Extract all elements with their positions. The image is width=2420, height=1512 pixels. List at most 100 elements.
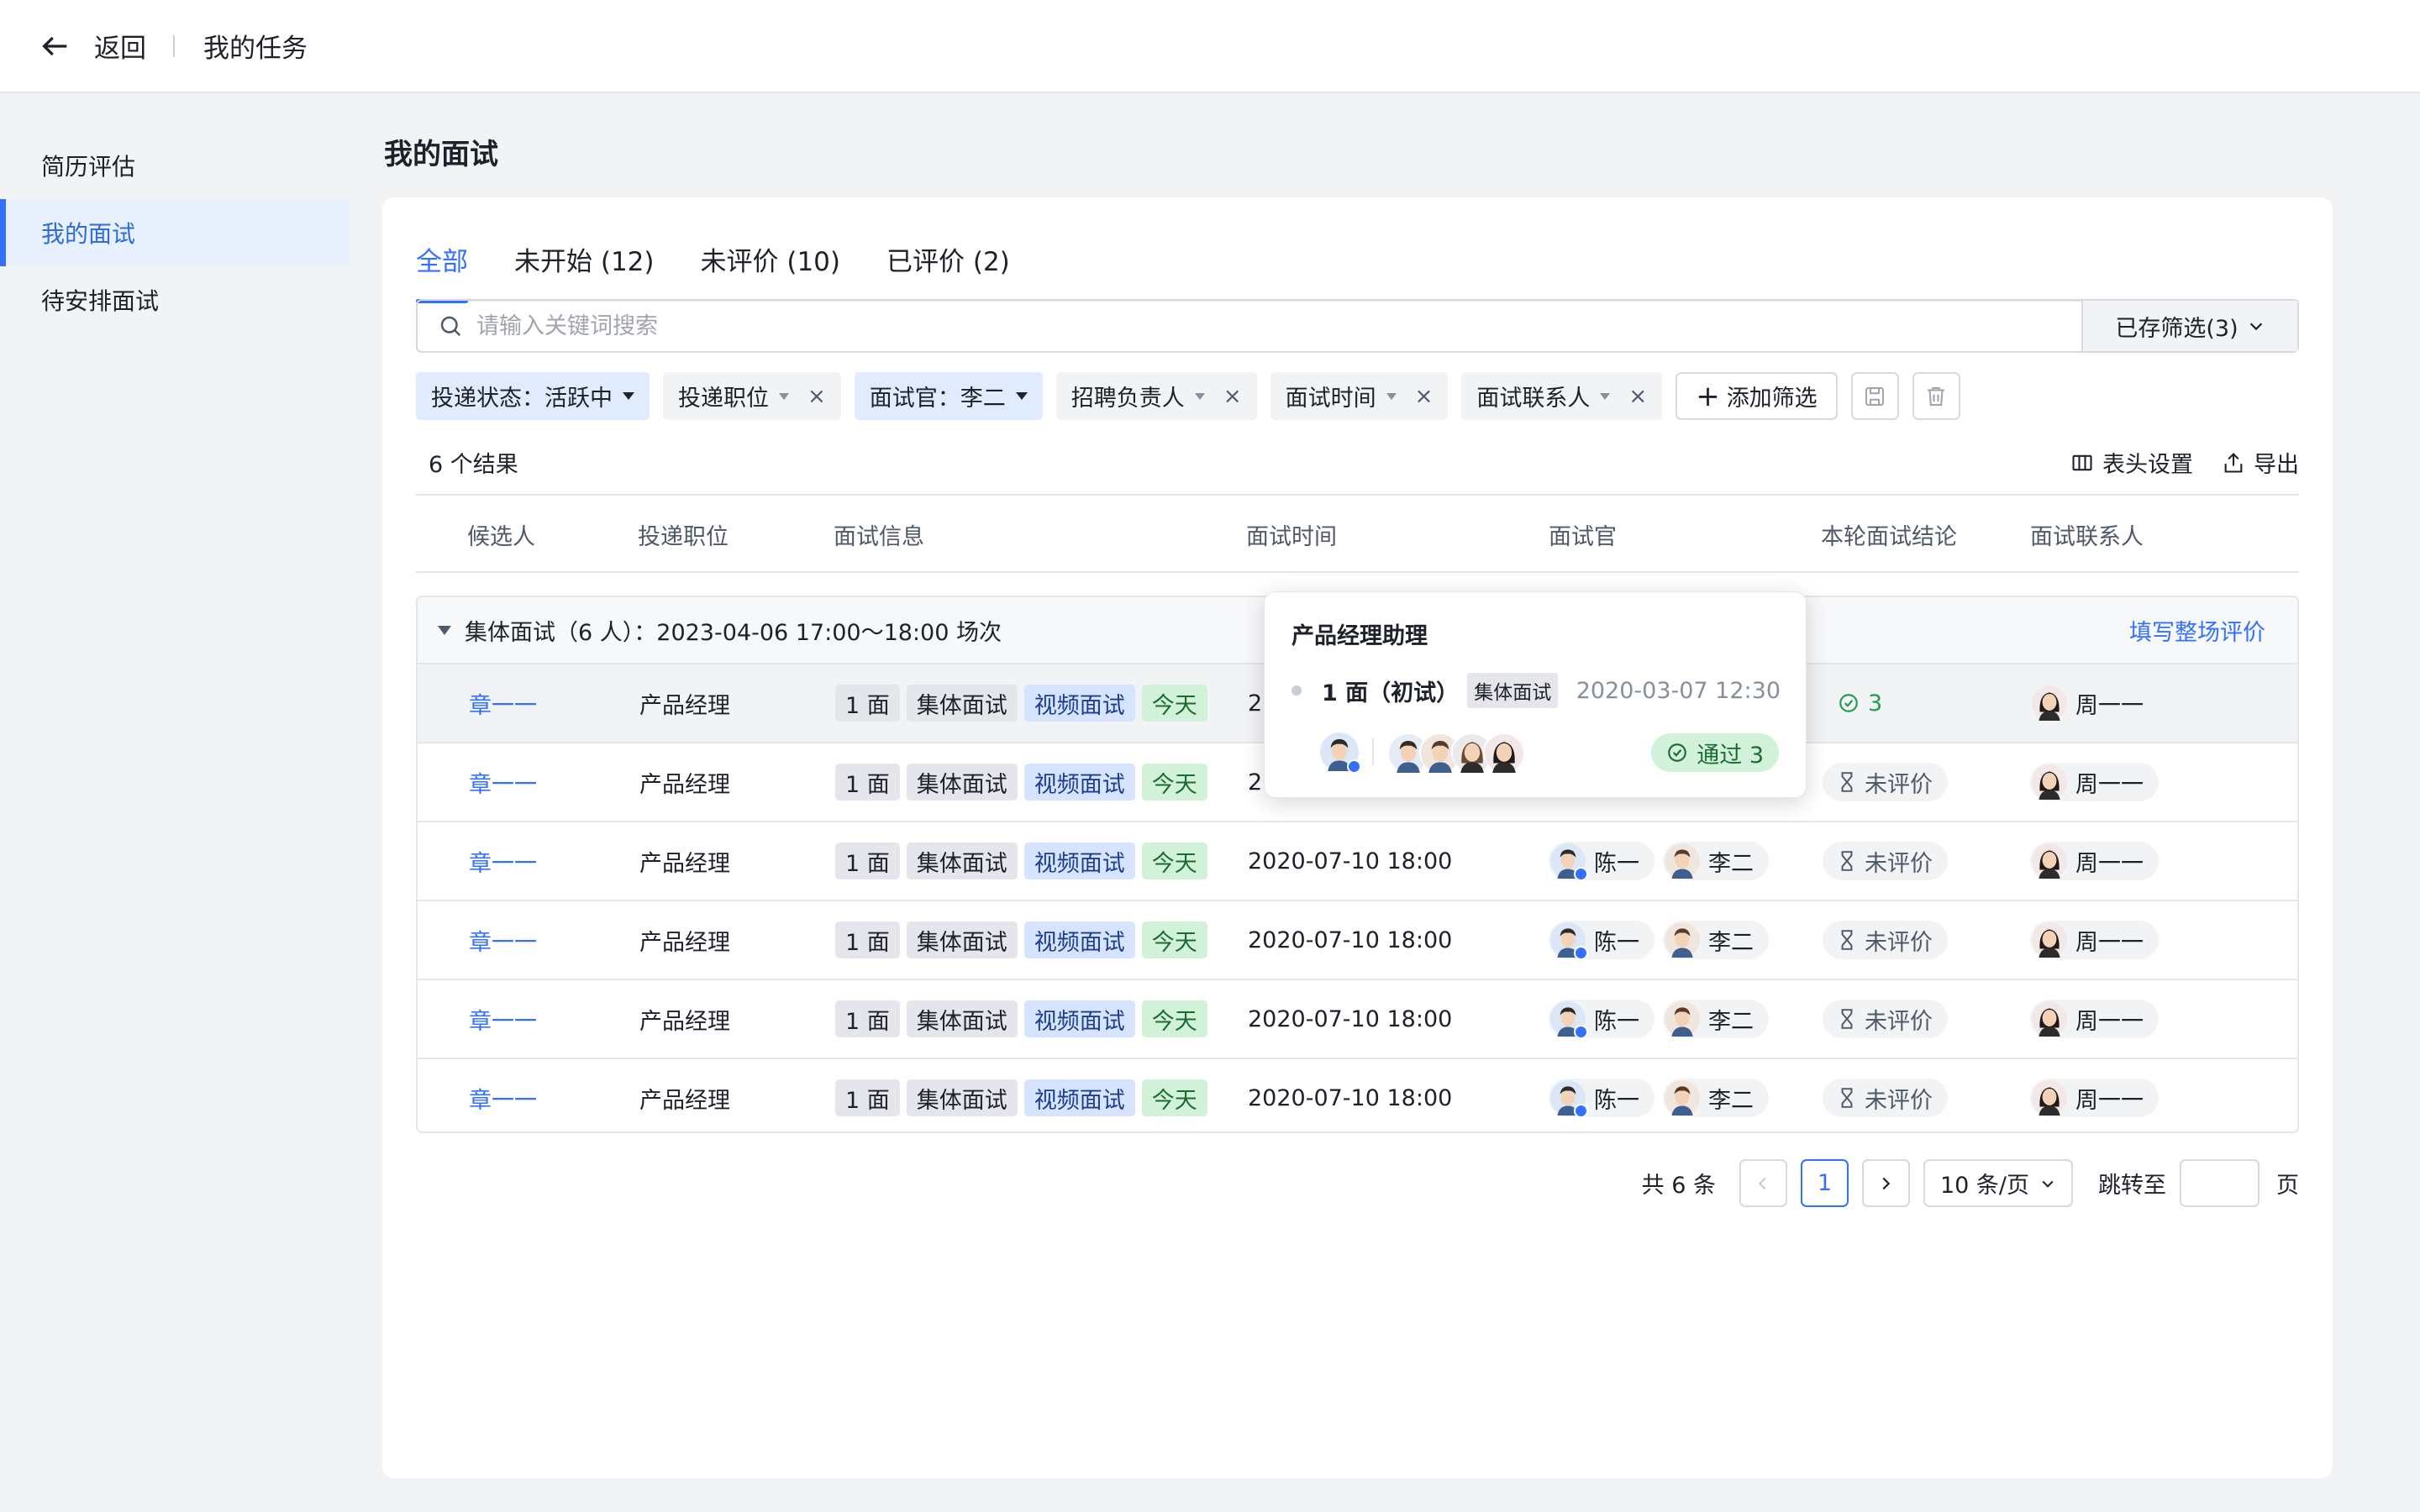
table-row[interactable]: 章一一 产品经理 1 面集体面试 视频面试 今天 2020-07-10 18:00 陈一 李二… xyxy=(418,1058,2297,1131)
candidate-name-link[interactable]: 章一一 xyxy=(469,1082,537,1115)
page-size-select[interactable]: 10 条/页 xyxy=(1923,1159,2073,1207)
column-header-candidate[interactable]: 候选人 xyxy=(467,496,535,573)
candidate-name-link[interactable]: 章一一 xyxy=(469,845,537,878)
candidate-name-link[interactable]: 章一一 xyxy=(469,1003,537,1036)
filter-chip-label: 招聘负责人 xyxy=(1071,386,1185,412)
caret-down-icon[interactable] xyxy=(438,625,451,635)
table-row[interactable]: 章一一 产品经理 1 面集体面试 视频面试 今天 2020-07-10 18:00 陈一 李二… xyxy=(418,900,2297,979)
candidate-name-link[interactable]: 章一一 xyxy=(469,766,537,799)
avatar[interactable] xyxy=(1320,732,1361,774)
filter-chip-recruiter[interactable]: 招聘负责人 × xyxy=(1055,372,1257,420)
column-header-interview-info[interactable]: 面试信息 xyxy=(834,496,924,573)
interview-info-tags: 1 面集体面试 视频面试 今天 xyxy=(835,743,1214,821)
interview-tag: 今天 xyxy=(1141,685,1207,722)
interview-info-tags: 1 面集体面试 视频面试 今天 xyxy=(835,901,1214,979)
filter-chip-label: 投递职位 xyxy=(678,386,769,412)
save-filter-button[interactable] xyxy=(1850,372,1899,420)
popover-title: 产品经理助理 xyxy=(1292,623,1428,649)
avatar-stack xyxy=(1387,732,1523,773)
avatar xyxy=(2032,843,2067,879)
delete-filter-button[interactable] xyxy=(1912,372,1960,420)
save-icon xyxy=(1865,386,1885,406)
search-input[interactable] xyxy=(476,312,2081,339)
column-header-interview-time[interactable]: 面试时间 xyxy=(1246,496,1337,573)
jump-page-input[interactable] xyxy=(2180,1159,2260,1207)
sidebar-item-my-interviews[interactable]: 我的面试 xyxy=(0,199,350,266)
popover-tag: 集体面试 xyxy=(1467,673,1559,708)
sidebar-item-pending-schedule[interactable]: 待安排面试 xyxy=(0,266,350,333)
export-button[interactable]: 导出 xyxy=(2222,446,2299,479)
hourglass-icon xyxy=(1841,1009,1853,1029)
conclusion-label: 未评价 xyxy=(1865,850,1933,877)
contact-chip[interactable]: 周一一 xyxy=(2030,763,2159,801)
contact-chip[interactable]: 周一一 xyxy=(2030,1000,2159,1038)
avatar xyxy=(1550,922,1588,960)
prev-page-button[interactable] xyxy=(1739,1159,1787,1207)
position-cell: 产品经理 xyxy=(639,771,730,798)
conclusion-label: 未评价 xyxy=(1865,1008,1933,1035)
interview-tag: 今天 xyxy=(1141,921,1207,958)
table-row[interactable]: 章一一 产品经理 1 面集体面试 视频面试 今天 2020-07-10 18:00 陈一 李二… xyxy=(418,979,2297,1058)
candidate-name-link[interactable]: 章一一 xyxy=(469,924,537,957)
filter-chip-status[interactable]: 投递状态：活跃中 xyxy=(416,372,650,420)
add-filter-button[interactable]: + 添加筛选 xyxy=(1676,372,1838,420)
column-settings-button[interactable]: 表头设置 xyxy=(2070,446,2193,479)
popover-round: 1 面（初试） xyxy=(1322,680,1460,706)
avatar[interactable] xyxy=(1483,732,1523,773)
close-icon[interactable]: × xyxy=(1223,384,1242,409)
conclusion-pass-badge[interactable]: 3 xyxy=(1823,684,1898,722)
fill-group-evaluation-link[interactable]: 填写整场评价 xyxy=(2129,614,2265,647)
close-icon[interactable]: × xyxy=(1628,384,1647,409)
column-header-conclusion[interactable]: 本轮面试结论 xyxy=(1821,496,1957,573)
filter-chip-position[interactable]: 投递职位 × xyxy=(663,372,841,420)
contact-cell: 周一一 xyxy=(2030,1059,2167,1131)
interview-tag: 今天 xyxy=(1141,1079,1207,1116)
interviewer-chip[interactable]: 李二 xyxy=(1663,1079,1769,1117)
arrow-left-icon xyxy=(42,36,67,55)
position-cell: 产品经理 xyxy=(639,692,730,719)
interviewer-chip[interactable]: 李二 xyxy=(1663,1000,1769,1038)
column-header-contact[interactable]: 面试联系人 xyxy=(2030,496,2144,573)
filter-chip-contact[interactable]: 面试联系人 × xyxy=(1461,372,1663,420)
contact-chip[interactable]: 周一一 xyxy=(2030,921,2159,959)
page-button-current[interactable]: 1 xyxy=(1800,1159,1849,1207)
column-header-interviewer[interactable]: 面试官 xyxy=(1549,496,1617,573)
interviewer-chip[interactable]: 陈一 xyxy=(1549,842,1655,881)
back-button[interactable]: 返回 xyxy=(39,27,146,65)
tab-evaluated[interactable]: 已评价 (2) xyxy=(886,221,1010,302)
column-settings-label: 表头设置 xyxy=(2102,452,2193,478)
page-title: 我的面试 xyxy=(384,138,498,171)
contact-chip[interactable]: 周一一 xyxy=(2030,684,2159,722)
position-cell: 产品经理 xyxy=(639,850,730,877)
interviewer-chip[interactable]: 李二 xyxy=(1663,842,1769,880)
tab-not-evaluated[interactable]: 未评价 (10) xyxy=(701,221,841,302)
contact-cell: 周一一 xyxy=(2030,822,2167,900)
close-icon[interactable]: × xyxy=(1415,384,1434,409)
conclusion-label: 未评价 xyxy=(1865,929,1933,956)
tab-not-started[interactable]: 未开始 (12) xyxy=(514,221,655,302)
sidebar-item-resume-review[interactable]: 简历评估 xyxy=(0,132,350,199)
interviewer-chip[interactable]: 陈一 xyxy=(1549,1079,1655,1118)
interviewer-chip[interactable]: 陈一 xyxy=(1549,921,1655,960)
contact-cell: 周一一 xyxy=(2030,980,2167,1058)
position-cell: 产品经理 xyxy=(639,929,730,956)
tab-all[interactable]: 全部 xyxy=(416,221,468,303)
conclusion-label: 未评价 xyxy=(1865,771,1933,798)
interview-tag: 1 面 xyxy=(835,764,900,801)
next-page-button[interactable] xyxy=(1861,1159,1910,1207)
contact-chip[interactable]: 周一一 xyxy=(2030,1079,2159,1117)
saved-filter-dropdown[interactable]: 已存筛选(3) xyxy=(2081,301,2297,351)
tab-bar: 全部 未开始 (12) 未评价 (10) 已评价 (2) xyxy=(416,221,2299,303)
table-row[interactable]: 章一一 产品经理 1 面集体面试 视频面试 今天 2020-07-10 18:00 陈一 李二… xyxy=(418,821,2297,900)
hourglass-icon xyxy=(1841,851,1853,871)
interviewer-chip[interactable]: 陈一 xyxy=(1549,1000,1655,1039)
close-icon[interactable]: × xyxy=(808,384,826,409)
filter-chip-interview-time[interactable]: 面试时间 × xyxy=(1270,372,1449,420)
column-header-position[interactable]: 投递职位 xyxy=(638,496,729,573)
contact-chip[interactable]: 周一一 xyxy=(2030,842,2159,880)
popover-round-line: 1 面（初试） 集体面试 2020-03-07 12:30 xyxy=(1292,673,1781,708)
candidate-name-link[interactable]: 章一一 xyxy=(469,687,537,720)
interviewer-chip[interactable]: 李二 xyxy=(1663,921,1769,959)
filter-chip-interviewer[interactable]: 面试官：李二 xyxy=(854,372,1043,420)
interview-tag: 今天 xyxy=(1141,764,1207,801)
